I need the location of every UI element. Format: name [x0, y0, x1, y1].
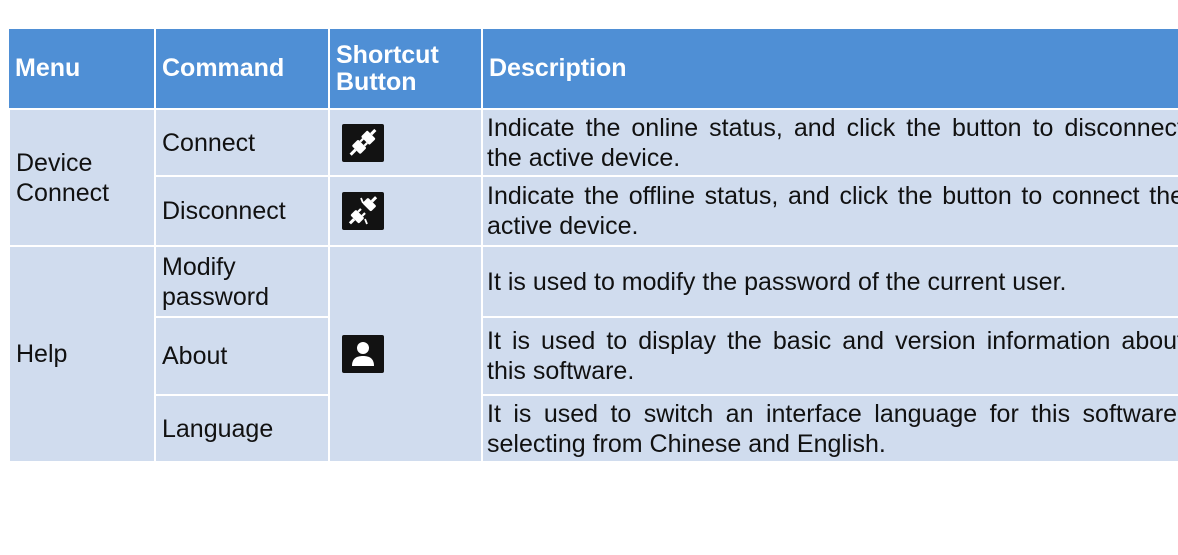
- user-icon[interactable]: [342, 335, 384, 373]
- header-shortcut-line2: Button: [336, 67, 417, 96]
- command-cell-disconnect: Disconnect: [154, 175, 330, 247]
- description-cell-modify-password: It is used to modify the password of the…: [481, 245, 1178, 318]
- shortcut-cell-help: [328, 245, 483, 463]
- table-row: Language It is used to switch an interfa…: [9, 394, 1178, 463]
- table-row: Device Connect Connect Indicate the onli…: [8, 108, 1178, 247]
- header-shortcut-line1: Shortcut: [336, 40, 439, 69]
- description-cell-language: It is used to switch an interface langua…: [481, 394, 1178, 463]
- plug-connected-icon[interactable]: [342, 123, 384, 162]
- command-cell-about: About: [154, 316, 330, 396]
- shortcut-cell-connect: [328, 108, 483, 177]
- plug-disconnected-icon[interactable]: [342, 192, 384, 230]
- header-menu: Menu: [9, 27, 156, 110]
- header-shortcut-button: Shortcut Button: [328, 27, 483, 110]
- shortcut-cell-disconnect: [328, 175, 483, 247]
- command-table: Menu Command Shortcut Button Description …: [8, 27, 1178, 463]
- description-cell-connect: Indicate the online status, and click th…: [481, 108, 1178, 177]
- command-cell-connect: Connect: [154, 108, 330, 177]
- command-cell-language: Language: [154, 394, 330, 463]
- menu-cell-help: Help: [8, 245, 156, 463]
- description-cell-disconnect: Indicate the offline status, and click t…: [481, 175, 1178, 247]
- table-header-row: Menu Command Shortcut Button Description: [9, 27, 1178, 110]
- description-cell-about: It is used to display the basic and vers…: [481, 316, 1178, 396]
- header-description: Description: [481, 27, 1178, 110]
- menu-cell-device-connect: Device Connect: [8, 108, 156, 247]
- table-row: Help Modify password It is used to modif…: [8, 245, 1178, 463]
- table-row: Disconnect Indicate the offline status, …: [9, 175, 1178, 247]
- command-table-container: Menu Command Shortcut Button Description …: [8, 27, 1178, 463]
- table-row: About It is used to display the basic an…: [9, 316, 1178, 396]
- command-cell-modify-password: Modify password: [154, 245, 330, 318]
- header-command: Command: [154, 27, 330, 110]
